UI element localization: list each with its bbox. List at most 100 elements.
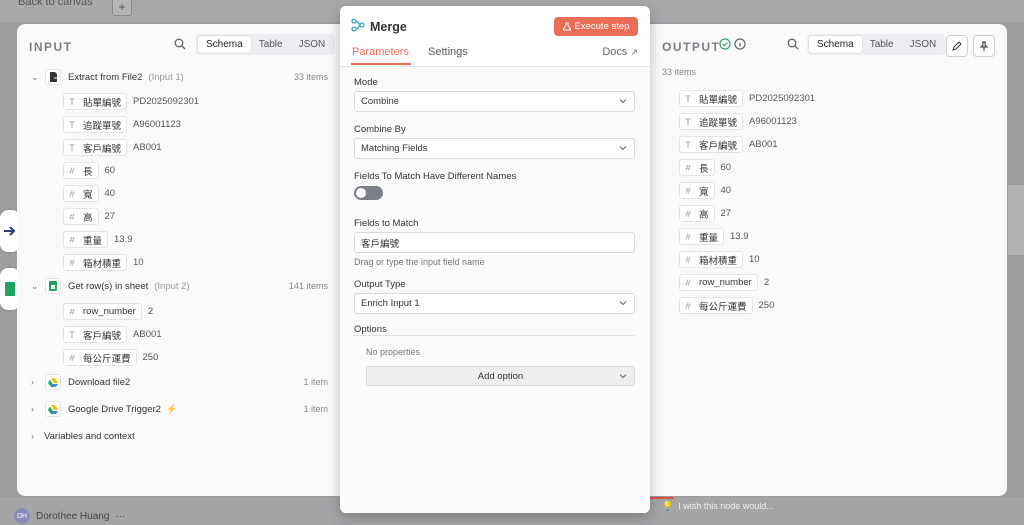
field-key: 客戶編號 bbox=[699, 140, 738, 152]
schema-field[interactable]: # 重量 13.9 bbox=[679, 228, 749, 245]
options-divider bbox=[354, 335, 635, 336]
tree-node-variables[interactable]: › Variables and context bbox=[31, 425, 340, 447]
tree-node-extract-from-file2[interactable]: ⌄ Extract from File2 (Input 1) 33 items bbox=[31, 66, 340, 88]
merge-node-modal: Merge Execute step Parameters Settings D… bbox=[340, 6, 650, 513]
docs-link[interactable]: Docs ↗ bbox=[602, 46, 638, 58]
execute-step-button[interactable]: Execute step bbox=[554, 17, 638, 36]
tab-settings[interactable]: Settings bbox=[428, 46, 468, 58]
field-key: 長 bbox=[699, 163, 709, 175]
combine-by-label: Combine By bbox=[354, 124, 406, 135]
schema-field[interactable]: # 長 60 bbox=[63, 162, 115, 179]
schema-field[interactable]: # 寬 40 bbox=[63, 185, 115, 202]
schema-field[interactable]: # 箱材積重 10 bbox=[63, 254, 144, 271]
canvas-node-right[interactable] bbox=[1008, 185, 1024, 255]
schema-field[interactable]: # 每公斤運費 250 bbox=[679, 297, 774, 314]
field-key-pill[interactable]: # 寬 bbox=[63, 185, 99, 202]
schema-field[interactable]: T 貼單編號 PD2025092301 bbox=[679, 90, 815, 107]
output-panel: OUTPUT Schema Table JSON 33 items T 貼單編號 P… bbox=[650, 24, 1007, 496]
schema-field[interactable]: # row_number 2 bbox=[679, 274, 769, 291]
field-value: 250 bbox=[758, 300, 775, 311]
field-key-pill[interactable]: # 每公斤運費 bbox=[679, 297, 753, 314]
field-key: 高 bbox=[83, 212, 93, 224]
schema-field[interactable]: T 貼單編號 PD2025092301 bbox=[63, 93, 199, 110]
schema-field[interactable]: T 追蹤單號 A96001123 bbox=[679, 113, 797, 130]
field-key-pill[interactable]: # 每公斤運費 bbox=[63, 349, 137, 366]
schema-field[interactable]: # row_number 2 bbox=[63, 303, 153, 320]
edit-output-button[interactable] bbox=[946, 35, 968, 57]
field-key-pill[interactable]: T 追蹤單號 bbox=[63, 116, 128, 133]
field-key-pill[interactable]: # row_number bbox=[63, 303, 142, 320]
field-value: 60 bbox=[104, 165, 116, 176]
tree-node-download-file2[interactable]: › Download file2 1 item bbox=[31, 371, 340, 393]
output-tab-table[interactable]: Table bbox=[862, 36, 902, 53]
active-tab-indicator bbox=[351, 63, 411, 65]
field-key-pill[interactable]: # 重量 bbox=[679, 228, 725, 245]
text-type-icon: T bbox=[69, 96, 75, 107]
chevron-right-icon: › bbox=[31, 377, 34, 387]
field-key-pill[interactable]: # 長 bbox=[63, 162, 99, 179]
options-label: Options bbox=[354, 324, 387, 335]
combine-by-select[interactable]: Matching Fields bbox=[354, 138, 635, 159]
search-icon[interactable] bbox=[174, 38, 186, 50]
node-sub: (Input 2) bbox=[154, 280, 190, 292]
field-key-pill[interactable]: # 重量 bbox=[63, 231, 109, 248]
field-value: PD2025092301 bbox=[749, 93, 816, 104]
schema-field[interactable]: T 追蹤單號 A96001123 bbox=[63, 116, 181, 133]
output-tab-json[interactable]: JSON bbox=[902, 36, 945, 53]
schema-field[interactable]: # 高 27 bbox=[679, 205, 731, 222]
field-key-pill[interactable]: T 貼單編號 bbox=[679, 90, 744, 107]
fields-to-match-input[interactable]: 客戶編號 bbox=[354, 232, 635, 253]
toggle-knob bbox=[356, 188, 366, 198]
input-tab-json[interactable]: JSON bbox=[291, 36, 334, 53]
schema-field[interactable]: T 客戶編號 AB001 bbox=[679, 136, 778, 153]
field-key: 寬 bbox=[699, 186, 709, 198]
add-node-button[interactable]: + bbox=[112, 0, 132, 16]
field-key-pill[interactable]: # 寬 bbox=[679, 182, 715, 199]
user-menu[interactable]: DH Dorothee Huang ··· bbox=[14, 508, 125, 524]
pin-output-button[interactable] bbox=[973, 35, 995, 57]
field-key-pill[interactable]: # 箱材積重 bbox=[679, 251, 744, 268]
user-more-icon[interactable]: ··· bbox=[115, 511, 125, 522]
input-tab-table[interactable]: Table bbox=[251, 36, 291, 53]
mode-select[interactable]: Combine bbox=[354, 91, 635, 112]
field-key-pill[interactable]: # 高 bbox=[679, 205, 715, 222]
input-tab-schema[interactable]: Schema bbox=[198, 36, 251, 53]
schema-field[interactable]: T 客戶編號 AB001 bbox=[63, 139, 162, 156]
field-key-pill[interactable]: # row_number bbox=[679, 274, 758, 291]
schema-field[interactable]: # 高 27 bbox=[63, 208, 115, 225]
tree-node-google-drive-trigger2[interactable]: › Google Drive Trigger2 ⚡ 1 item bbox=[31, 398, 340, 420]
output-tab-schema[interactable]: Schema bbox=[809, 36, 862, 53]
different-names-toggle[interactable] bbox=[354, 186, 383, 200]
field-key-pill[interactable]: T 客戶編號 bbox=[63, 139, 128, 156]
field-key-pill[interactable]: # 箱材積重 bbox=[63, 254, 128, 271]
feedback-prompt[interactable]: 💡 I wish this node would... bbox=[662, 501, 774, 512]
schema-field[interactable]: # 寬 40 bbox=[679, 182, 731, 199]
avatar: DH bbox=[14, 508, 30, 524]
field-key-pill[interactable]: # 長 bbox=[679, 159, 715, 176]
node-name: Google Drive Trigger2 bbox=[68, 403, 161, 415]
field-key-pill[interactable]: T 客戶編號 bbox=[63, 326, 128, 343]
field-value: 10 bbox=[749, 254, 760, 265]
schema-field[interactable]: # 每公斤運費 250 bbox=[63, 349, 158, 366]
field-key-pill[interactable]: # 高 bbox=[63, 208, 99, 225]
output-type-select[interactable]: Enrich Input 1 bbox=[354, 293, 635, 314]
parameters-body: Mode Combine Combine By Matching Fields … bbox=[340, 66, 650, 513]
info-icon[interactable] bbox=[734, 38, 746, 50]
back-to-canvas-link[interactable]: Back to canvas bbox=[18, 0, 93, 8]
chevron-down-icon bbox=[619, 301, 627, 306]
text-type-icon: T bbox=[685, 139, 691, 150]
add-option-button[interactable]: Add option bbox=[366, 366, 635, 386]
external-link-icon: ↗ bbox=[630, 47, 638, 57]
schema-field[interactable]: # 箱材積重 10 bbox=[679, 251, 760, 268]
tree-node-get-rows[interactable]: ⌄ Get row(s) in sheet (Input 2) 141 item… bbox=[31, 275, 340, 297]
tab-parameters[interactable]: Parameters bbox=[352, 46, 409, 58]
schema-field[interactable]: # 長 60 bbox=[679, 159, 731, 176]
google-drive-icon bbox=[45, 374, 61, 390]
search-icon[interactable] bbox=[787, 38, 799, 50]
field-key-pill[interactable]: T 追蹤單號 bbox=[679, 113, 744, 130]
schema-field[interactable]: T 客戶編號 AB001 bbox=[63, 326, 162, 343]
schema-field[interactable]: # 重量 13.9 bbox=[63, 231, 133, 248]
field-key-pill[interactable]: T 客戶編號 bbox=[679, 136, 744, 153]
field-key-pill[interactable]: T 貼單編號 bbox=[63, 93, 128, 110]
field-value: 40 bbox=[720, 185, 732, 196]
